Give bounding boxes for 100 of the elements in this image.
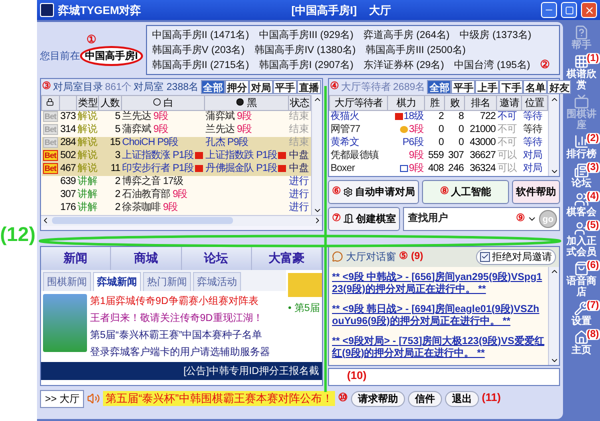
filter-tab[interactable]: 押分 — [225, 80, 249, 94]
column-header[interactable]: 邀请 — [496, 96, 522, 110]
room-link[interactable]: 东洋证券杯 (29名) — [364, 58, 444, 72]
player-rank: 9段 — [153, 124, 168, 135]
room-link[interactable]: 韩国高手房I (2907名) — [259, 58, 354, 72]
sidebar-item[interactable]: 论坛 (3) — [563, 162, 600, 190]
room-link[interactable]: 韩国高手房V (203名) — [152, 43, 245, 57]
column-header[interactable]: 位置 — [522, 96, 548, 110]
player-rank: P1段 — [256, 163, 278, 174]
game-row[interactable]: 307 讲解 2 石油教育部 9段 进行 — [42, 188, 310, 202]
scrollbar[interactable] — [548, 95, 559, 176]
filter-tab[interactable]: 上手 — [475, 80, 500, 94]
column-header[interactable]: 类型 — [76, 96, 99, 110]
column-header[interactable]: 白 — [121, 96, 205, 110]
hall-tab[interactable]: >> 大厅 — [40, 390, 84, 408]
circle-icon — [152, 98, 161, 106]
filter-tab[interactable]: 下手 — [499, 80, 524, 94]
news-headline[interactable]: 王者归来！敬请关注传奇9D重现江湖！ — [90, 310, 270, 324]
sidebar-item[interactable]: 加入正式会员 (5) — [563, 220, 600, 259]
news-headline[interactable]: 登录弈城客户端卡的用户请选辅助服务器 — [90, 344, 270, 358]
chat-message[interactable]: ** <9段对局> - [753]房间大极123(9段)VS爱爱红红(9段)的押分对局正在进行中。 ** — [332, 336, 545, 360]
room-link[interactable]: 中国高手房III (929名) — [259, 28, 354, 42]
column-header[interactable]: 胜 — [424, 96, 445, 110]
column-header[interactable]: 黑 — [204, 96, 288, 110]
filter-tab[interactable]: 好友 — [547, 80, 572, 94]
annotation-marker: (10) — [347, 371, 367, 382]
sidebar-item[interactable]: 棋客会 (4) — [563, 191, 600, 219]
filter-tab[interactable]: 全部 — [201, 80, 225, 94]
room-link[interactable]: 韩国高手房III (2500名) — [366, 43, 466, 57]
user-row[interactable]: 凭都最德镇 9段 559 307 36627 可以 对局 — [330, 150, 548, 162]
reject-checkbox[interactable]: 拒绝对局邀请 — [476, 248, 556, 264]
column-header[interactable]: 棋力 — [388, 96, 425, 110]
news-tab[interactable]: 弈城新闻 — [93, 272, 141, 290]
column-header[interactable]: 人数 — [98, 96, 122, 110]
annotation-marker: (7) — [586, 300, 600, 311]
game-row[interactable]: Bet 373 解说 5 兰先达 9段 蒲弈斌 9段 结束 — [42, 110, 310, 124]
scrollbar[interactable] — [311, 95, 322, 214]
table-cell-text: 0 — [458, 124, 465, 136]
maximize-button[interactable] — [561, 2, 577, 18]
news-headline[interactable]: 第5届“泰兴杯霸王赛”中国本赛种子名单 — [90, 328, 270, 342]
ai-button[interactable]: ⑧ 人工智能 — [422, 180, 509, 204]
news-tab[interactable]: 热门新闻 — [143, 272, 191, 290]
chat-input[interactable]: (10) — [328, 368, 560, 386]
scrollbar[interactable] — [548, 266, 559, 364]
minimize-button[interactable] — [541, 2, 557, 18]
chat-message[interactable]: ** <9段 中韩战> - [656]房间yan295(9段)VSpg123(9段)的押分对局正在进行中。 ** — [332, 272, 545, 296]
game-row[interactable]: Bet 502 解说 3 上证指数涨 P1段 上证指数跌 P1段 中盘 — [42, 150, 310, 162]
news-headline[interactable]: 第1届弈城传奇9D争霸赛小组赛对阵表 — [90, 294, 270, 308]
user-row[interactable]: Boxer 9段 408 246 36324 可以 对局 — [330, 162, 548, 176]
player-rank: P1段 — [172, 150, 194, 161]
user-row[interactable]: 夜猫火 18级 2 8 722 不可 等待 — [330, 110, 548, 124]
room-link[interactable]: 中国台湾 (195名) — [454, 58, 530, 72]
sidebar-item[interactable]: 排行榜 (2) — [563, 133, 600, 161]
game-row[interactable]: Bet 284 解说 15 ChoiCH P9段 孔杰 P9段 结束 — [42, 136, 310, 150]
column-header[interactable]: 排名 — [464, 96, 497, 110]
auto-match-button[interactable]: ⑥ 自动申请对局 — [328, 180, 419, 204]
room-link[interactable]: 中国高手房II (1471名) — [152, 28, 250, 42]
table-cell: 结束 — [288, 110, 310, 124]
filter-tab[interactable]: 直播 — [297, 80, 321, 94]
room-link[interactable]: 韩国高手房IV (1380名) — [254, 43, 356, 57]
table-cell: 中盘 — [288, 162, 310, 176]
close-button[interactable] — [581, 2, 597, 18]
footer-button[interactable]: 请求帮助 — [350, 390, 405, 406]
filter-tab[interactable]: 平手 — [273, 80, 297, 94]
filter-tab[interactable]: 对局 — [249, 80, 273, 94]
home-icon — [574, 330, 589, 345]
create-room-button[interactable]: ⑦ 创建棋室 — [328, 206, 400, 230]
sidebar-item[interactable]: 主页 (8) — [563, 329, 600, 357]
filter-tab[interactable]: 名单 — [523, 80, 548, 94]
user-row[interactable]: 网管77 3段 0 0 21000 不可 等待 — [330, 124, 548, 136]
table-cell: 11 — [98, 162, 122, 176]
user-row[interactable]: 黄希文 P6段 0 0 43000 不可 等待 — [330, 136, 548, 150]
image-placeholder — [288, 272, 322, 296]
news-tab[interactable]: 弈城活动 — [193, 272, 241, 290]
game-row[interactable]: 639 讲解 2 博弈之音 17级 进行 — [42, 176, 310, 188]
game-row[interactable]: Bet 467 解说 11 印安步行者 P1段 丹佛掘金队 P1段 中盘 — [42, 162, 310, 176]
scrollbar[interactable] — [41, 214, 322, 226]
room-link[interactable]: 弈道高手房 (264名) — [364, 28, 450, 42]
game-row[interactable]: Bet 314 解说 5 蒲弈斌 9段 兰先达 9段 结束 — [42, 124, 310, 136]
sidebar-item[interactable]: 语音商店 (6) — [563, 260, 600, 299]
annotation-marker: ④ — [330, 82, 339, 92]
filter-tab[interactable]: 平手 — [451, 80, 476, 94]
newspaper-icon — [574, 163, 589, 178]
sidebar-item[interactable]: 设置 (7) — [563, 300, 600, 328]
footer-button[interactable]: 信件 — [408, 390, 442, 406]
news-headline[interactable]: • 第5届 — [288, 300, 322, 314]
help-button[interactable]: 软件帮助 — [512, 180, 560, 204]
footer-button[interactable]: 退出 — [444, 390, 479, 406]
chat-message[interactable]: ** <9段 韩日战> - [694]房间eagle01(9段)VSZhouYu96(9段)的押分对局正在进行中。 ** — [332, 304, 545, 328]
room-link[interactable]: 韩国高手房II (2715名) — [152, 58, 250, 72]
room-link[interactable]: 中级房 (1373名) — [460, 28, 532, 42]
game-row[interactable]: 176 讲解 2 徐茶咖啡 9段 进行 — [42, 202, 310, 214]
filter-tab[interactable]: 全部 — [427, 80, 452, 94]
column-header[interactable]: 大厅等待者 — [330, 96, 388, 110]
column-header[interactable] — [42, 96, 60, 110]
news-tab[interactable]: 围棋新闻 — [43, 272, 91, 290]
column-header[interactable]: 状态 — [288, 96, 310, 110]
table-cell-text: 等待 — [522, 136, 544, 150]
table-cell-text: 0 — [458, 136, 465, 150]
column-header[interactable]: 败 — [444, 96, 465, 110]
